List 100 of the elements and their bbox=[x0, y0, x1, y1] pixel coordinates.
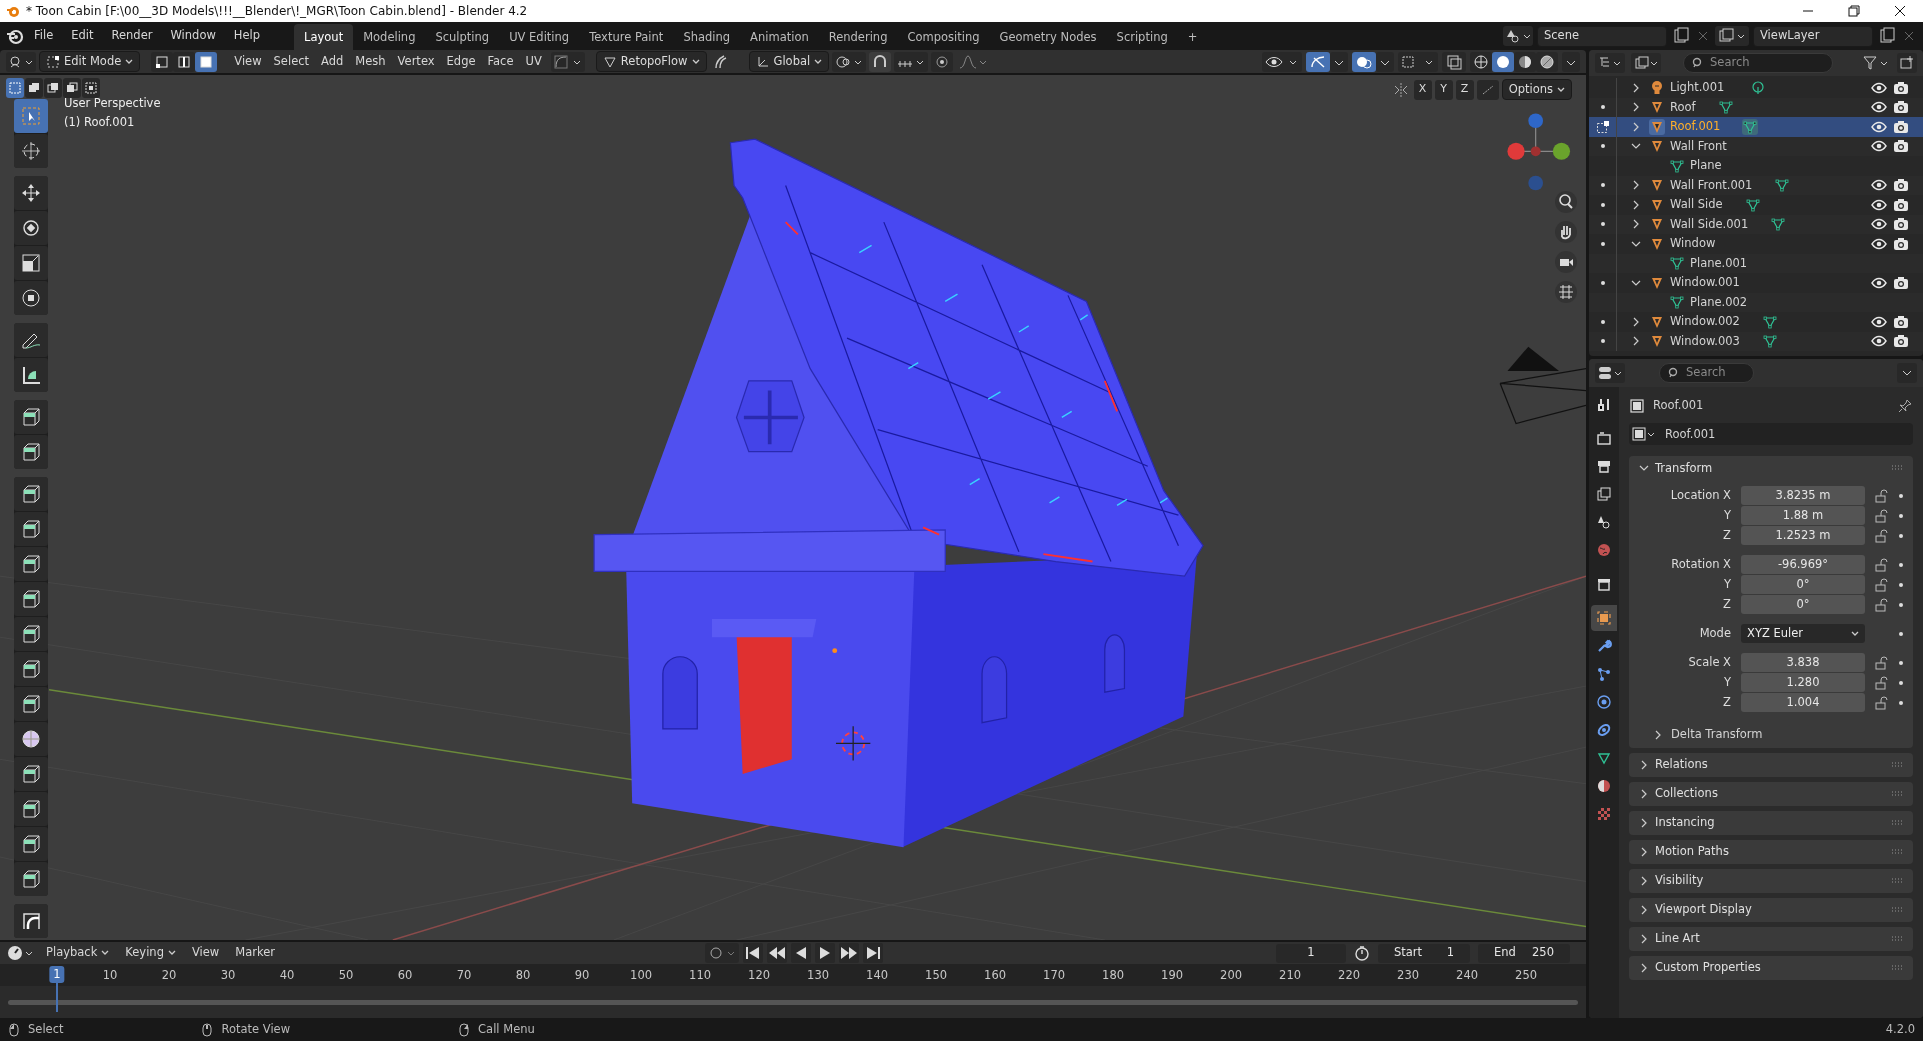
number-field[interactable]: 3.838 bbox=[1741, 653, 1865, 673]
number-field[interactable]: 3.8235 m bbox=[1741, 486, 1865, 506]
workspace-tab[interactable]: Modeling bbox=[353, 23, 426, 50]
header-menu[interactable]: Vertex bbox=[391, 50, 441, 73]
status-hint: Call Menu bbox=[478, 1020, 535, 1038]
header-menu[interactable]: Add bbox=[315, 50, 350, 73]
search-input[interactable]: Search bbox=[1684, 363, 1745, 383]
frame-tick-label: 60 bbox=[397, 967, 413, 984]
data-name[interactable]: Plane.001 bbox=[1690, 254, 1748, 272]
mode-dropdown[interactable]: Edit Mode bbox=[39, 51, 141, 72]
end-frame-field[interactable]: End 250 bbox=[1478, 943, 1570, 963]
object-name[interactable]: Window.001 bbox=[1670, 274, 1740, 292]
add-workspace-button[interactable]: + bbox=[1177, 23, 1208, 50]
frame-tick-label: 170 bbox=[1043, 967, 1066, 984]
panel-header[interactable]: Viewport Display bbox=[1629, 897, 1913, 922]
frame-tick-label: 50 bbox=[338, 967, 354, 984]
panel-header[interactable]: Motion Paths bbox=[1629, 839, 1913, 864]
workspace-tab[interactable]: Scripting bbox=[1106, 23, 1178, 50]
workspace-tab[interactable]: Compositing bbox=[897, 23, 990, 50]
window-title: * Toon Cabin [F:\00__3D Models\!!!__Blender\!_MGR\Toon Cabin.blend] - Blender 4.2 bbox=[26, 3, 528, 20]
outliner-search-field[interactable]: Search bbox=[1683, 53, 1833, 73]
number-field[interactable]: 1.004 bbox=[1741, 693, 1865, 713]
number-field[interactable]: 1.88 m bbox=[1741, 506, 1865, 526]
workspace-tab[interactable]: Geometry Nodes bbox=[989, 23, 1107, 50]
field-label: Rotation X bbox=[1670, 556, 1732, 574]
object-name[interactable]: Wall Front bbox=[1670, 137, 1727, 155]
timeline-menu[interactable]: Marker bbox=[229, 942, 281, 964]
workspace-tab[interactable]: Layout bbox=[294, 23, 354, 50]
frame-tick-label: 140 bbox=[866, 967, 889, 984]
timeline-menu[interactable]: Playback bbox=[40, 942, 116, 964]
scene-selector[interactable]: Scene bbox=[1537, 25, 1667, 47]
menu-item[interactable]: Window bbox=[162, 25, 224, 47]
frame-tick-label: 130 bbox=[807, 967, 830, 984]
properties-search-field[interactable]: Search bbox=[1659, 363, 1754, 383]
workspace-tab[interactable]: Rendering bbox=[818, 23, 898, 50]
header-menu[interactable]: Mesh bbox=[349, 50, 392, 73]
subpanel-header[interactable]: Delta Transform bbox=[1629, 722, 1913, 744]
number-field[interactable]: 0° bbox=[1741, 595, 1865, 615]
panel-header[interactable]: Relations bbox=[1629, 752, 1913, 777]
current-frame-field[interactable]: 1 bbox=[1276, 943, 1346, 963]
outliner-row[interactable]: Window.001 bbox=[1589, 273, 1923, 293]
object-name[interactable]: Roof.001 bbox=[1670, 118, 1721, 136]
number-field[interactable]: 1.2523 m bbox=[1741, 526, 1865, 546]
frame-tick-label: 10 bbox=[102, 967, 118, 984]
outliner-row[interactable]: Window.002 bbox=[1589, 312, 1923, 332]
workspace-tab[interactable]: UV Editing bbox=[499, 23, 580, 50]
workspace-tab[interactable]: Sculpting bbox=[425, 23, 500, 50]
number-field[interactable]: 1.280 bbox=[1741, 673, 1865, 693]
header-menu[interactable]: Face bbox=[481, 50, 520, 73]
active-object-label: (1) Roof.001 bbox=[64, 114, 136, 132]
start-frame-field[interactable]: Start 1 bbox=[1378, 943, 1470, 963]
rotation-mode-dropdown[interactable]: XYZ Euler bbox=[1741, 624, 1865, 644]
field-label: Location X bbox=[1669, 487, 1732, 505]
object-name[interactable]: Wall Front.001 bbox=[1670, 176, 1753, 194]
object-name[interactable]: Window bbox=[1670, 235, 1716, 253]
mirror-axis-toggle[interactable]: X bbox=[1413, 79, 1432, 100]
header-menu[interactable]: Edge bbox=[440, 50, 482, 73]
object-name[interactable]: Window.002 bbox=[1670, 313, 1740, 331]
outliner-row[interactable]: Roof.001 bbox=[1589, 117, 1923, 137]
workspace-tab[interactable]: Texture Paint bbox=[579, 23, 674, 50]
data-name[interactable]: Plane.002 bbox=[1690, 293, 1748, 311]
object-name-label: Roof.001 bbox=[1653, 397, 1704, 414]
frame-tick-label: 240 bbox=[1456, 967, 1479, 984]
panel-header[interactable]: Transform bbox=[1629, 456, 1913, 481]
object-name[interactable]: Window.003 bbox=[1670, 332, 1740, 350]
number-field[interactable]: -96.969° bbox=[1741, 555, 1865, 575]
timeline-menu[interactable]: View bbox=[185, 942, 226, 964]
object-name[interactable]: Roof bbox=[1670, 98, 1696, 116]
options-dropdown[interactable]: Options bbox=[1501, 79, 1572, 100]
view-layer-selector[interactable]: ViewLayer bbox=[1753, 25, 1873, 47]
workspace-tab[interactable]: Shading bbox=[673, 23, 741, 50]
frame-tick-label: 190 bbox=[1161, 967, 1184, 984]
outliner-row[interactable]: Window bbox=[1589, 234, 1923, 254]
panel-header[interactable]: Custom Properties bbox=[1629, 955, 1913, 980]
orientation-dropdown[interactable]: Global bbox=[748, 51, 830, 72]
menu-item[interactable]: Render bbox=[103, 25, 161, 47]
panel-header[interactable]: Line Art bbox=[1629, 926, 1913, 951]
mirror-axis-toggle[interactable]: Y bbox=[1434, 79, 1453, 100]
panel-header[interactable]: Visibility bbox=[1629, 868, 1913, 893]
object-name[interactable]: Wall Side bbox=[1670, 196, 1723, 214]
header-menu[interactable]: Select bbox=[267, 50, 316, 73]
panel-header[interactable]: Instancing bbox=[1629, 810, 1913, 835]
menu-item[interactable]: Edit bbox=[63, 25, 102, 47]
object-name[interactable]: Light.001 bbox=[1670, 79, 1725, 97]
header-menu[interactable]: UV bbox=[519, 50, 548, 73]
panel-header[interactable]: Collections bbox=[1629, 781, 1913, 806]
object-name[interactable]: Wall Side.001 bbox=[1670, 215, 1749, 233]
data-name[interactable]: Plane bbox=[1690, 157, 1722, 175]
outliner-row[interactable]: Wall Side bbox=[1589, 195, 1923, 215]
menu-item[interactable]: Help bbox=[225, 25, 269, 47]
number-field[interactable]: 0° bbox=[1741, 575, 1865, 595]
header-menu[interactable]: View bbox=[228, 50, 268, 73]
frame-tick-label: 40 bbox=[279, 967, 295, 984]
mirror-axis-toggle[interactable]: Z bbox=[1455, 79, 1474, 100]
outliner-row[interactable]: Light.001 bbox=[1589, 78, 1923, 98]
playhead-frame[interactable]: 1 bbox=[49, 966, 65, 984]
menu-item[interactable]: File bbox=[26, 25, 62, 47]
workspace-tab[interactable]: Animation bbox=[740, 23, 819, 50]
timeline-menu[interactable]: Keying bbox=[119, 942, 182, 964]
addon-dropdown[interactable]: RetopoFlow bbox=[595, 51, 707, 72]
